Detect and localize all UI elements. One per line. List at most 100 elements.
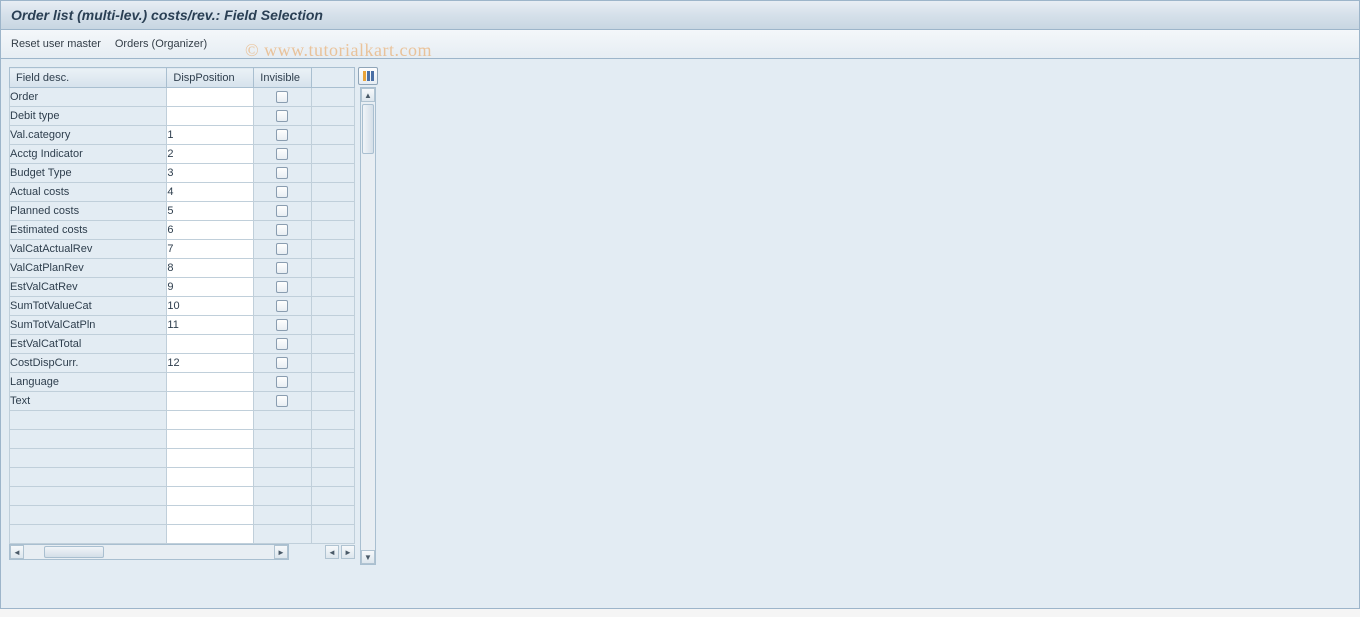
scroll-left-button[interactable]: ◄: [10, 545, 24, 559]
col-header-spacer: [311, 68, 354, 88]
invisible-cell: [254, 411, 311, 430]
field-desc-cell: EstValCatTotal: [10, 335, 167, 354]
disp-position-input[interactable]: [167, 430, 254, 449]
row-spacer: [311, 88, 354, 107]
col-header-disp-position[interactable]: DispPosition: [167, 68, 254, 88]
invisible-checkbox[interactable]: [276, 224, 288, 236]
hscroll-spacer: [289, 544, 325, 560]
scroll-right-end-button[interactable]: ►: [341, 545, 355, 559]
field-desc-cell: [10, 506, 167, 525]
disp-position-input[interactable]: [167, 468, 254, 487]
disp-position-input[interactable]: [167, 107, 254, 126]
invisible-checkbox[interactable]: [276, 338, 288, 350]
disp-position-input[interactable]: [167, 373, 254, 392]
field-desc-cell: Planned costs: [10, 202, 167, 221]
disp-position-input[interactable]: 8: [167, 259, 254, 278]
invisible-checkbox[interactable]: [276, 300, 288, 312]
invisible-cell: [254, 506, 311, 525]
disp-position-input[interactable]: 7: [167, 240, 254, 259]
invisible-cell: [254, 487, 311, 506]
field-desc-cell: CostDispCurr.: [10, 354, 167, 373]
disp-position-input[interactable]: [167, 88, 254, 107]
invisible-checkbox[interactable]: [276, 281, 288, 293]
invisible-cell: [254, 449, 311, 468]
invisible-cell: [254, 525, 311, 544]
table-row: ValCatActualRev7: [10, 240, 355, 259]
invisible-checkbox[interactable]: [276, 167, 288, 179]
invisible-checkbox[interactable]: [276, 205, 288, 217]
row-spacer: [311, 183, 354, 202]
scroll-up-button[interactable]: ▲: [361, 88, 375, 102]
invisible-checkbox[interactable]: [276, 376, 288, 388]
table-row: EstValCatRev9: [10, 278, 355, 297]
disp-position-input[interactable]: [167, 392, 254, 411]
invisible-cell: [254, 335, 311, 354]
invisible-checkbox[interactable]: [276, 243, 288, 255]
invisible-checkbox[interactable]: [276, 319, 288, 331]
table-row: Debit type: [10, 107, 355, 126]
row-spacer: [311, 278, 354, 297]
invisible-cell: [254, 145, 311, 164]
invisible-checkbox[interactable]: [276, 148, 288, 160]
invisible-cell: [254, 430, 311, 449]
vscroll-thumb[interactable]: [362, 104, 374, 154]
col-header-invisible[interactable]: Invisible: [254, 68, 311, 88]
field-desc-cell: SumTotValueCat: [10, 297, 167, 316]
disp-position-input[interactable]: 6: [167, 221, 254, 240]
hscroll-track[interactable]: [24, 545, 274, 559]
scroll-down-button[interactable]: ▼: [361, 550, 375, 564]
invisible-checkbox[interactable]: [276, 110, 288, 122]
disp-position-input[interactable]: [167, 487, 254, 506]
row-spacer: [311, 145, 354, 164]
disp-position-input[interactable]: 9: [167, 278, 254, 297]
field-desc-cell: [10, 411, 167, 430]
scroll-right-button[interactable]: ►: [274, 545, 288, 559]
row-spacer: [311, 221, 354, 240]
row-spacer: [311, 430, 354, 449]
table-config-button[interactable]: [358, 67, 378, 85]
disp-position-input[interactable]: 4: [167, 183, 254, 202]
col-header-field-desc[interactable]: Field desc.: [10, 68, 167, 88]
invisible-checkbox[interactable]: [276, 262, 288, 274]
row-spacer: [311, 259, 354, 278]
table-row: Order: [10, 88, 355, 107]
disp-position-input[interactable]: 11: [167, 316, 254, 335]
scroll-left-end-button[interactable]: ◄: [325, 545, 339, 559]
hscroll-thumb[interactable]: [44, 546, 104, 558]
disp-position-input[interactable]: [167, 525, 254, 544]
disp-position-input[interactable]: [167, 506, 254, 525]
row-spacer: [311, 164, 354, 183]
row-spacer: [311, 411, 354, 430]
disp-position-input[interactable]: 5: [167, 202, 254, 221]
invisible-checkbox[interactable]: [276, 395, 288, 407]
disp-position-input[interactable]: 3: [167, 164, 254, 183]
disp-position-input[interactable]: [167, 335, 254, 354]
disp-position-input[interactable]: [167, 411, 254, 430]
table-row: Text: [10, 392, 355, 411]
invisible-checkbox[interactable]: [276, 357, 288, 369]
table-row: [10, 411, 355, 430]
table-row: [10, 525, 355, 544]
field-desc-cell: Acctg Indicator: [10, 145, 167, 164]
disp-position-input[interactable]: 12: [167, 354, 254, 373]
invisible-checkbox[interactable]: [276, 91, 288, 103]
orders-organizer-button[interactable]: Orders (Organizer): [115, 38, 207, 50]
invisible-cell: [254, 88, 311, 107]
table-row: Acctg Indicator2: [10, 145, 355, 164]
invisible-cell: [254, 221, 311, 240]
disp-position-input[interactable]: 10: [167, 297, 254, 316]
disp-position-input[interactable]: 2: [167, 145, 254, 164]
invisible-checkbox[interactable]: [276, 129, 288, 141]
invisible-cell: [254, 126, 311, 145]
field-desc-cell: ValCatActualRev: [10, 240, 167, 259]
reset-user-master-button[interactable]: Reset user master: [11, 38, 101, 50]
table-row: [10, 487, 355, 506]
invisible-cell: [254, 183, 311, 202]
row-spacer: [311, 316, 354, 335]
field-desc-cell: Val.category: [10, 126, 167, 145]
invisible-checkbox[interactable]: [276, 186, 288, 198]
content-area: Field desc. DispPosition Invisible Order…: [0, 59, 1360, 609]
disp-position-input[interactable]: 1: [167, 126, 254, 145]
vscroll-track[interactable]: [361, 102, 375, 550]
disp-position-input[interactable]: [167, 449, 254, 468]
